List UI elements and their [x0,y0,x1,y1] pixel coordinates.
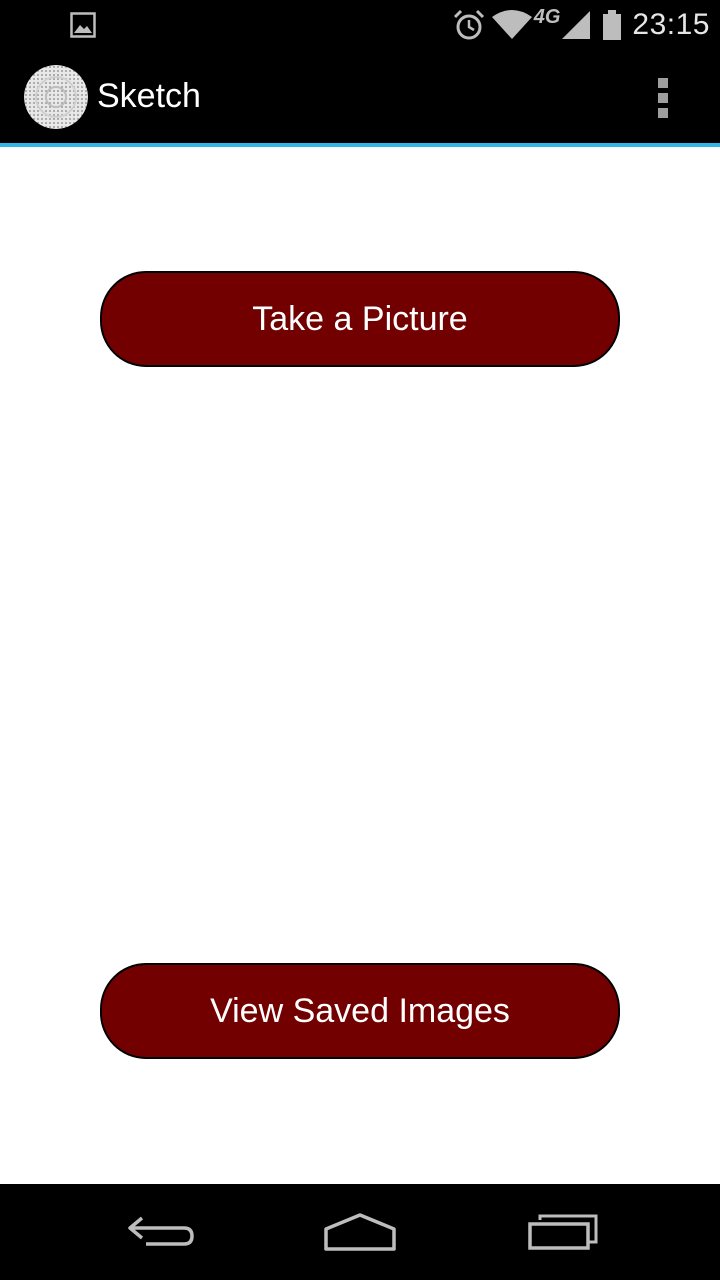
view-saved-images-label: View Saved Images [210,991,510,1030]
recents-icon[interactable] [522,1202,602,1262]
action-bar-divider [0,143,720,147]
take-picture-button[interactable]: Take a Picture [100,271,620,367]
wifi-icon [491,9,532,41]
status-time: 23:15 [632,8,710,41]
home-icon[interactable] [320,1202,400,1262]
signal-icon [560,9,592,41]
take-picture-label: Take a Picture [252,299,468,338]
screen: 4G 23:15 Sketch Take a Picture View Save… [0,0,720,1280]
view-saved-images-button[interactable]: View Saved Images [100,963,620,1059]
status-bar: 4G 23:15 [0,0,720,50]
network-label: 4G [533,5,561,28]
alarm-icon [452,8,486,42]
navigation-bar [0,1184,720,1280]
image-notification-icon [70,12,96,38]
action-bar: Sketch [0,50,720,147]
overflow-menu-icon[interactable] [648,74,678,122]
battery-icon [602,9,622,41]
back-icon[interactable] [120,1202,200,1262]
page-title: Sketch [97,77,201,115]
app-logo-icon[interactable] [24,65,88,129]
status-icons: 4G 23:15 [452,0,710,50]
lte-icon: 4G [534,6,561,29]
